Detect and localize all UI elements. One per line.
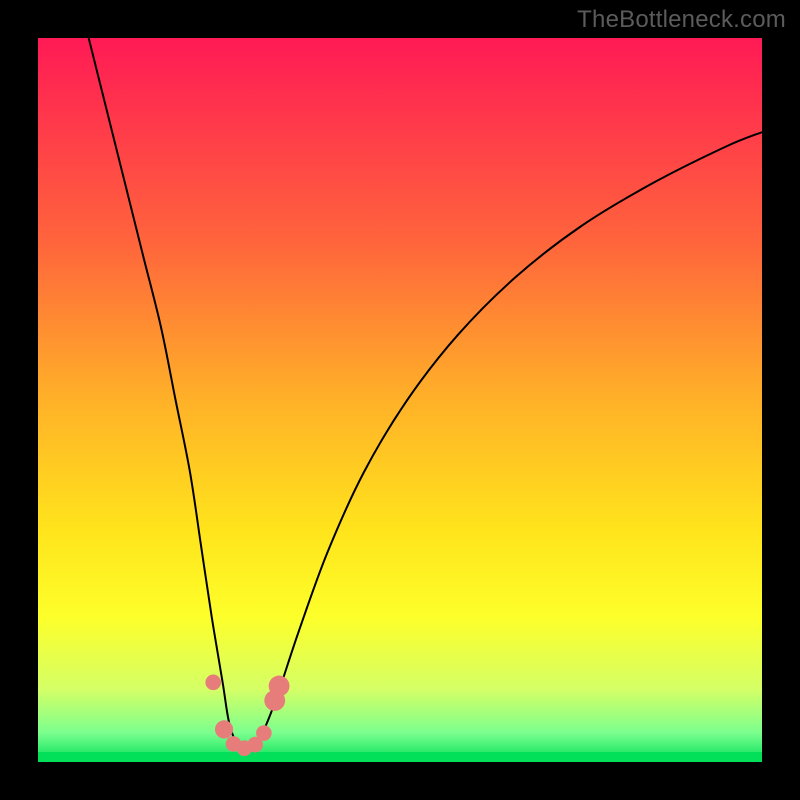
chart-background: [38, 38, 762, 762]
chart-plot-area: [38, 38, 762, 762]
curve-marker: [215, 720, 233, 738]
chart-svg: [38, 38, 762, 762]
watermark-text: TheBottleneck.com: [577, 6, 786, 34]
curve-marker: [269, 676, 290, 697]
chart-frame: TheBottleneck.com: [0, 0, 800, 800]
chart-bottom-band: [38, 752, 762, 762]
curve-marker: [205, 675, 221, 691]
curve-marker: [256, 725, 272, 741]
